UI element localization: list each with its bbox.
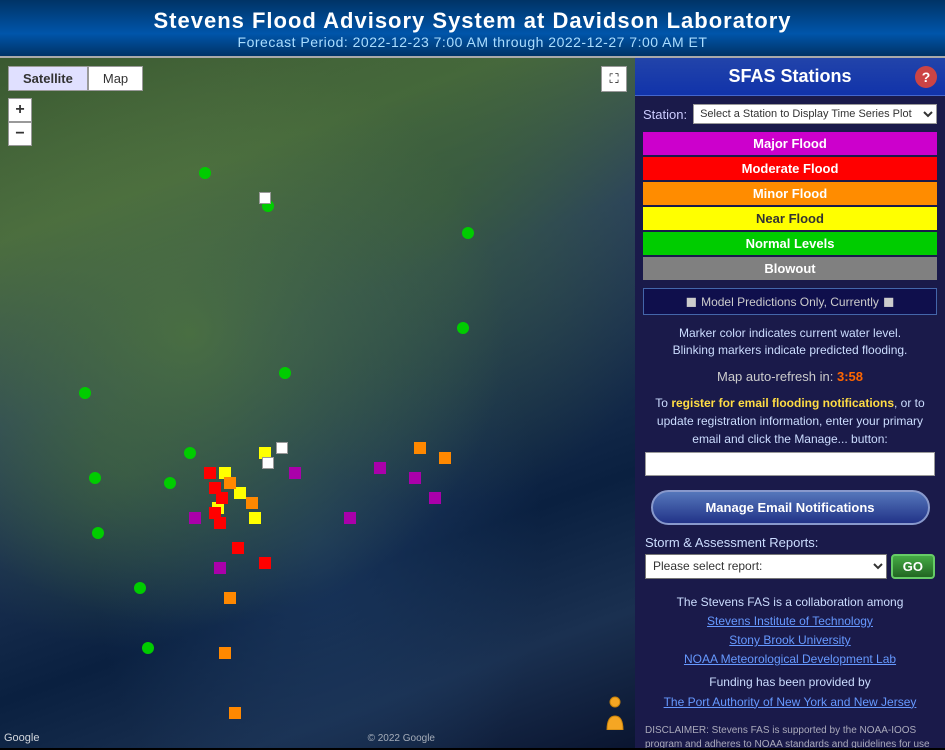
map-marker[interactable]: [439, 452, 451, 464]
map-marker[interactable]: [189, 512, 201, 524]
map-marker[interactable]: [457, 322, 469, 334]
noaa-link[interactable]: NOAA Meteorological Development Lab: [645, 650, 935, 669]
map-marker[interactable]: [204, 467, 216, 479]
email-text: To register for email flooding notificat…: [655, 396, 924, 446]
map-marker[interactable]: [289, 467, 301, 479]
map-marker[interactable]: [232, 542, 244, 554]
map-tab[interactable]: Map: [88, 66, 143, 91]
go-button[interactable]: GO: [891, 554, 935, 579]
marker-info-line1: Marker color indicates current water lev…: [679, 326, 901, 340]
storm-section: Storm & Assessment Reports: Please selec…: [635, 529, 945, 585]
map-marker[interactable]: [409, 472, 421, 484]
map-marker[interactable]: [429, 492, 441, 504]
map-marker[interactable]: [462, 227, 474, 239]
map-marker[interactable]: [79, 387, 91, 399]
legend-near-flood: Near Flood: [643, 207, 937, 230]
stevens-link[interactable]: Stevens Institute of Technology: [645, 612, 935, 631]
map-marker[interactable]: [279, 367, 291, 379]
disclaimer-text: DISCLAIMER: Stevens FAS is supported by …: [645, 725, 930, 748]
fullscreen-icon: ⛶: [609, 71, 618, 87]
disclaimer: DISCLAIMER: Stevens FAS is supported by …: [635, 720, 945, 748]
map-marker[interactable]: [246, 497, 258, 509]
refresh-row: Map auto-refresh in: 3:58: [635, 365, 945, 388]
storm-label: Storm & Assessment Reports:: [645, 535, 935, 550]
copyright-watermark: © 2022 Google: [368, 733, 435, 744]
legend-moderate-flood: Moderate Flood: [643, 157, 937, 180]
map-marker[interactable]: [374, 462, 386, 474]
map-marker[interactable]: [199, 167, 211, 179]
map-type-controls: Satellite Map: [8, 66, 143, 91]
satellite-tab[interactable]: Satellite: [8, 66, 88, 91]
map-marker[interactable]: [259, 557, 271, 569]
map-marker[interactable]: [142, 642, 154, 654]
refresh-label: Map auto-refresh in:: [717, 369, 833, 384]
map-marker[interactable]: [164, 477, 176, 489]
map-marker[interactable]: [134, 582, 146, 594]
map-marker[interactable]: [89, 472, 101, 484]
zoom-controls: + −: [8, 98, 32, 146]
refresh-timer: 3:58: [837, 369, 863, 384]
map-marker[interactable]: [184, 447, 196, 459]
station-row: Station: Select a Station to Display Tim…: [635, 96, 945, 128]
legend-blowout: Blowout: [643, 257, 937, 280]
help-button[interactable]: ?: [915, 66, 937, 88]
storm-row: Please select report: GO: [645, 554, 935, 579]
header: Stevens Flood Advisory System at Davidso…: [0, 0, 945, 58]
legend-minor-flood: Minor Flood: [643, 182, 937, 205]
legend-major-flood: Major Flood: [643, 132, 937, 155]
sidebar-title: SFAS Stations: [728, 66, 851, 86]
email-section: To register for email flooding notificat…: [635, 388, 945, 486]
marker-info: Marker color indicates current water lev…: [635, 319, 945, 365]
map-marker[interactable]: [214, 562, 226, 574]
map-marker[interactable]: [224, 477, 236, 489]
forecast-period: Forecast Period: 2022-12-23 7:00 AM thro…: [4, 34, 941, 50]
funding-text: Funding has been provided by The Port Au…: [645, 673, 935, 711]
zoom-out-button[interactable]: −: [8, 122, 32, 146]
legend: Major Flood Moderate Flood Minor Flood N…: [635, 128, 945, 284]
port-authority-link[interactable]: The Port Authority of New York and New J…: [645, 693, 935, 712]
zoom-in-button[interactable]: +: [8, 98, 32, 122]
page-title: Stevens Flood Advisory System at Davidso…: [4, 8, 941, 34]
station-label: Station:: [643, 107, 687, 122]
register-link-text: register for email flooding notification…: [671, 396, 894, 410]
collab-text: The Stevens FAS is a collaboration among: [677, 595, 904, 609]
model-icon-right: ◼: [883, 293, 895, 310]
collab-section: The Stevens FAS is a collaboration among…: [635, 585, 945, 720]
map-area[interactable]: Satellite Map + − ⛶ Google © 2022 Google: [0, 58, 635, 748]
map-marker[interactable]: [214, 517, 226, 529]
map-marker[interactable]: [414, 442, 426, 454]
manage-email-button[interactable]: Manage Email Notifications: [651, 490, 930, 525]
station-select[interactable]: Select a Station to Display Time Series …: [693, 104, 937, 124]
model-label: Model Predictions Only, Currently: [701, 295, 879, 309]
map-marker[interactable]: [219, 647, 231, 659]
sidebar-header: SFAS Stations ?: [635, 58, 945, 96]
map-marker[interactable]: [92, 527, 104, 539]
fullscreen-button[interactable]: ⛶: [601, 66, 627, 92]
stony-brook-link[interactable]: Stony Brook University: [645, 631, 935, 650]
storm-select[interactable]: Please select report:: [645, 554, 887, 579]
legend-normal-levels: Normal Levels: [643, 232, 937, 255]
map-marker[interactable]: [224, 592, 236, 604]
model-icon-left: ◼: [685, 293, 697, 310]
map-marker[interactable]: [229, 707, 241, 719]
marker-info-line2: Blinking markers indicate predicted floo…: [673, 343, 908, 357]
map-background: [0, 58, 635, 748]
map-marker[interactable]: [249, 512, 261, 524]
map-marker[interactable]: [276, 442, 288, 454]
map-marker[interactable]: [344, 512, 356, 524]
map-marker[interactable]: [216, 492, 228, 504]
map-marker[interactable]: [262, 457, 274, 469]
google-watermark: Google: [4, 732, 39, 744]
model-predictions-row: ◼ Model Predictions Only, Currently ◼: [643, 288, 937, 315]
person-icon[interactable]: [603, 696, 627, 730]
email-input[interactable]: [645, 452, 935, 476]
main-layout: Satellite Map + − ⛶ Google © 2022 Google: [0, 58, 945, 748]
sidebar: SFAS Stations ? Station: Select a Statio…: [635, 58, 945, 748]
map-marker[interactable]: [259, 192, 271, 204]
